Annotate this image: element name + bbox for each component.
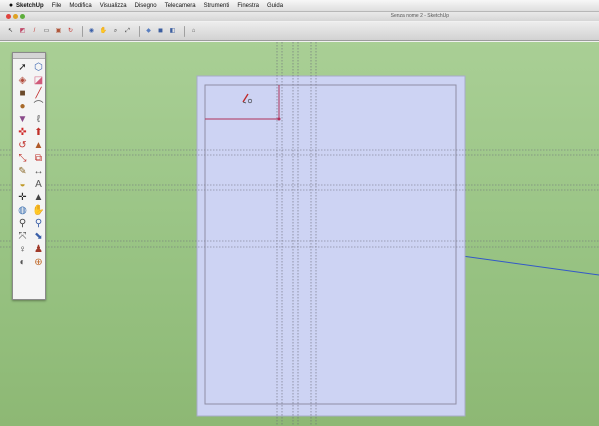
offset-icon[interactable]: ⧉ — [32, 153, 45, 164]
walk-icon[interactable]: ♟ — [32, 244, 45, 255]
follow-me-icon[interactable]: ▲ — [32, 140, 45, 151]
toolbar-separator — [139, 25, 140, 37]
push-pull-tool-icon[interactable]: ▣ — [54, 27, 63, 36]
palette-tool-grid: ➚ ⬡ ◈ ◪ ■ ╱ ● ⌒ ▼ ℓ ✜ ⬆ ↺ ▲ ⤡ ⧉ ✎ ↔ ◒ A ✛ ▲ ◍ ✋ ⚲ ⚲ ⤧ ⬊ ♀ ♟ ◐ ⊕ — [13, 59, 45, 268]
eraser-icon[interactable]: ◪ — [32, 75, 45, 86]
3d-text-icon[interactable]: ▲ — [32, 192, 45, 203]
dimension-icon[interactable]: ↔ — [32, 166, 45, 177]
orbit-icon[interactable]: ◍ — [16, 205, 29, 216]
menu-sketchup[interactable]: SketchUp — [16, 3, 44, 9]
menu-finestra[interactable]: Finestra — [237, 3, 259, 9]
text-icon[interactable]: A — [32, 179, 45, 190]
rotate-icon[interactable]: ↺ — [16, 140, 29, 151]
minimize-window-button[interactable] — [13, 14, 18, 19]
axes-icon[interactable]: ✛ — [16, 192, 29, 203]
pan-icon[interactable]: ✋ — [32, 205, 45, 216]
look-around-icon[interactable]: ◐ — [16, 257, 29, 268]
blue-axis-line — [454, 254, 599, 276]
rotate-tool-icon[interactable]: ↻ — [66, 27, 75, 36]
menu-disegno[interactable]: Disegno — [135, 3, 157, 9]
protractor-icon[interactable]: ◒ — [16, 179, 29, 190]
menu-guida[interactable]: Guida — [267, 3, 283, 9]
zoom-window-button[interactable] — [20, 14, 25, 19]
warehouse-icon[interactable]: ⌂ — [189, 27, 198, 36]
window-titlebar: Senza nome 2 - SketchUp — [0, 12, 599, 21]
endpoint-marker — [277, 117, 281, 121]
rectangle-tool-icon[interactable]: ▭ — [42, 27, 51, 36]
pencil-tool-icon[interactable]: / — [30, 27, 39, 36]
drawing-sheet[interactable] — [196, 75, 466, 417]
tool-palette: ➚ ⬡ ◈ ◪ ■ ╱ ● ⌒ ▼ ℓ ✜ ⬆ ↺ ▲ ⤡ ⧉ ✎ ↔ ◒ A ✛ ▲ ◍ ✋ ⚲ ⚲ ⤧ ⬊ ♀ ♟ ◐ ⊕ — [12, 52, 46, 300]
zoom-window-icon[interactable]: ⚲ — [32, 218, 45, 229]
zoom-extents-icon[interactable]: ⤧ — [16, 231, 29, 242]
push-pull-icon[interactable]: ⬆ — [32, 127, 45, 138]
iso-view-icon[interactable]: ◆ — [144, 27, 153, 36]
orbit-tool-icon[interactable]: ◉ — [87, 27, 96, 36]
menu-file[interactable]: File — [52, 3, 62, 9]
move-icon[interactable]: ✜ — [16, 127, 29, 138]
main-toolbar: ↖ ◩ / ▭ ▣ ↻ ◉ ✋ ⌕ ⤢ ◆ ◼ ◧ ⌂ — [0, 22, 599, 41]
select-icon[interactable]: ➚ — [16, 62, 29, 73]
menu-strumenti[interactable]: Strumenti — [204, 3, 230, 9]
menu-telecamera[interactable]: Telecamera — [165, 3, 196, 9]
toolbar-separator — [184, 25, 185, 37]
pan-tool-icon[interactable]: ✋ — [99, 27, 108, 36]
menu-modifica[interactable]: Modifica — [69, 3, 91, 9]
menu-visualizza[interactable]: Visualizza — [100, 3, 127, 9]
polygon-icon[interactable]: ▼ — [16, 114, 29, 125]
circle-icon[interactable]: ● — [16, 101, 29, 112]
menu-bar: ● SketchUp File Modifica Visualizza Dise… — [0, 0, 599, 12]
eraser-tool-icon[interactable]: ◩ — [18, 27, 27, 36]
toolbar-separator — [82, 25, 83, 37]
freehand-icon[interactable]: ℓ — [32, 114, 45, 125]
make-component-icon[interactable]: ⬡ — [32, 62, 45, 73]
paint-bucket-icon[interactable]: ◈ — [16, 75, 29, 86]
tape-measure-icon[interactable]: ✎ — [16, 166, 29, 177]
previous-view-icon[interactable]: ⬊ — [32, 231, 45, 242]
front-view-icon[interactable]: ◧ — [168, 27, 177, 36]
position-camera-icon[interactable]: ♀ — [16, 244, 29, 255]
scale-icon[interactable]: ⤡ — [16, 153, 29, 164]
zoom-tool-icon[interactable]: ⌕ — [111, 27, 120, 36]
apple-menu-icon[interactable]: ● — [6, 2, 16, 9]
zoom-icon[interactable]: ⚲ — [16, 218, 29, 229]
section-plane-icon[interactable]: ⊕ — [32, 257, 45, 268]
arc-icon[interactable]: ⌒ — [32, 101, 45, 112]
scene-canvas[interactable] — [0, 42, 599, 426]
window-title: Senza nome 2 - SketchUp — [390, 13, 449, 19]
line-icon[interactable]: ╱ — [32, 88, 45, 99]
close-window-button[interactable] — [6, 14, 11, 19]
zoom-extents-icon[interactable]: ⤢ — [123, 27, 132, 36]
select-tool-icon[interactable]: ↖ — [6, 27, 15, 36]
drawing-viewport[interactable] — [0, 42, 599, 426]
rectangle-icon[interactable]: ■ — [16, 88, 29, 99]
top-view-icon[interactable]: ◼ — [156, 27, 165, 36]
